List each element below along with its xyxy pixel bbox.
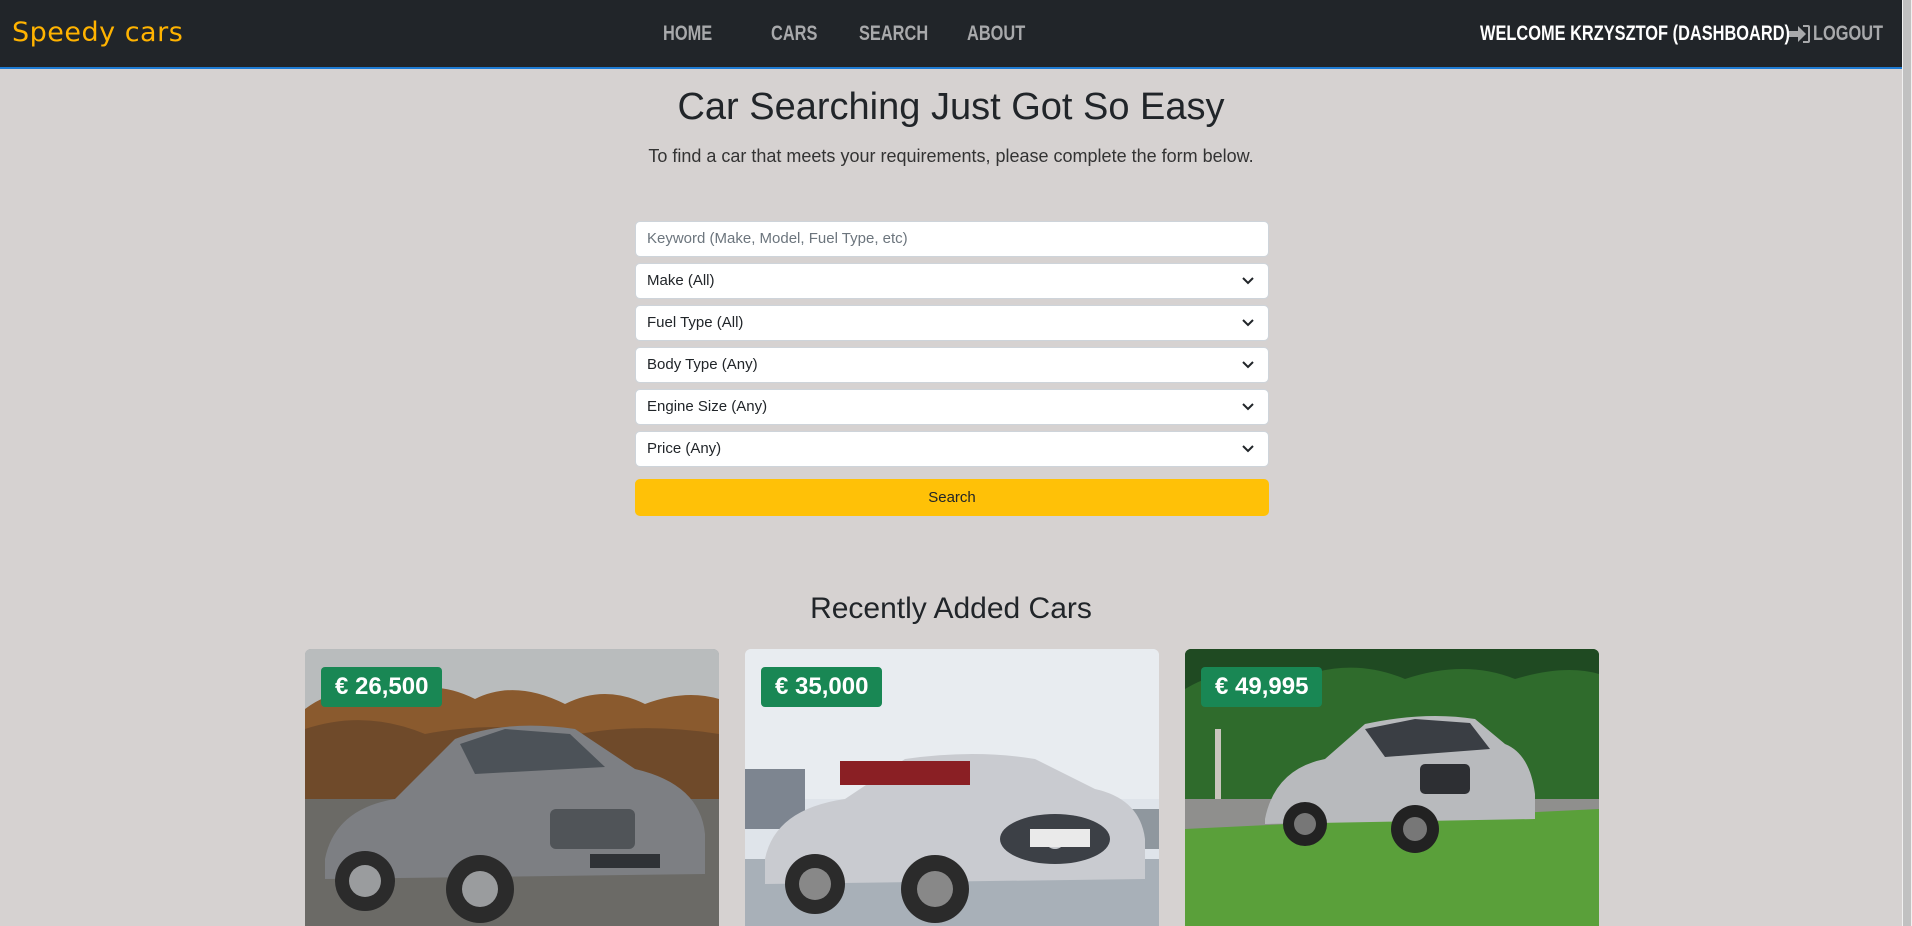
price-badge: € 49,995 (1201, 667, 1323, 707)
sign-out-icon (1789, 25, 1810, 43)
keyword-input[interactable]: Keyword (Make, Model, Fuel Type, etc) (635, 221, 1269, 257)
search-form: Keyword (Make, Model, Fuel Type, etc) Ma… (635, 221, 1269, 516)
nav-search[interactable]: SEARCH (859, 22, 928, 46)
page-subtitle: To find a car that meets your requiremen… (648, 146, 1254, 166)
chevron-down-icon (1242, 403, 1254, 411)
price-select-value: Price (Any) (647, 440, 722, 457)
chevron-down-icon (1242, 361, 1254, 369)
chevron-down-icon (1242, 319, 1254, 327)
page-title: Car Searching Just Got So Easy (677, 86, 1225, 128)
price-select[interactable]: Price (Any) (635, 431, 1269, 467)
search-button[interactable]: Search (635, 479, 1269, 516)
chevron-down-icon (1242, 445, 1254, 453)
nav-links: HOME CARS SEARCH ABOUT (663, 22, 1075, 46)
make-select-value: Make (All) (647, 272, 715, 289)
welcome-dashboard-link[interactable]: WELCOME KRZYSZTOF (DASHBOARD) (1480, 22, 1790, 46)
recent-cars-heading: Recently Added Cars (810, 592, 1092, 625)
logout-link[interactable]: LOGOUT (1787, 22, 1903, 46)
nav-cars[interactable]: CARS (771, 22, 817, 46)
page-scrollbar[interactable] (1902, 0, 1912, 926)
nav-home[interactable]: HOME (663, 22, 712, 46)
fuel-type-select[interactable]: Fuel Type (All) (635, 305, 1269, 341)
brand-logo[interactable]: Speedy cars (12, 17, 183, 48)
chevron-down-icon (1242, 277, 1254, 285)
scrollbar-thumb[interactable] (1903, 0, 1911, 926)
car-card[interactable]: € 49,995 (1185, 649, 1599, 926)
fuel-type-select-value: Fuel Type (All) (647, 314, 744, 331)
logout-label: LOGOUT (1813, 22, 1884, 45)
navbar: Speedy cars HOME CARS SEARCH ABOUT WELCO… (0, 0, 1902, 69)
car-card[interactable]: € 26,500 (305, 649, 719, 926)
engine-size-select-value: Engine Size (Any) (647, 398, 768, 415)
car-card[interactable]: € 35,000 (745, 649, 1159, 926)
engine-size-select[interactable]: Engine Size (Any) (635, 389, 1269, 425)
price-badge: € 26,500 (321, 667, 443, 707)
body-type-select[interactable]: Body Type (Any) (635, 347, 1269, 383)
body-type-select-value: Body Type (Any) (647, 356, 758, 373)
nav-about[interactable]: ABOUT (967, 22, 1025, 46)
price-badge: € 35,000 (761, 667, 883, 707)
make-select[interactable]: Make (All) (635, 263, 1269, 299)
